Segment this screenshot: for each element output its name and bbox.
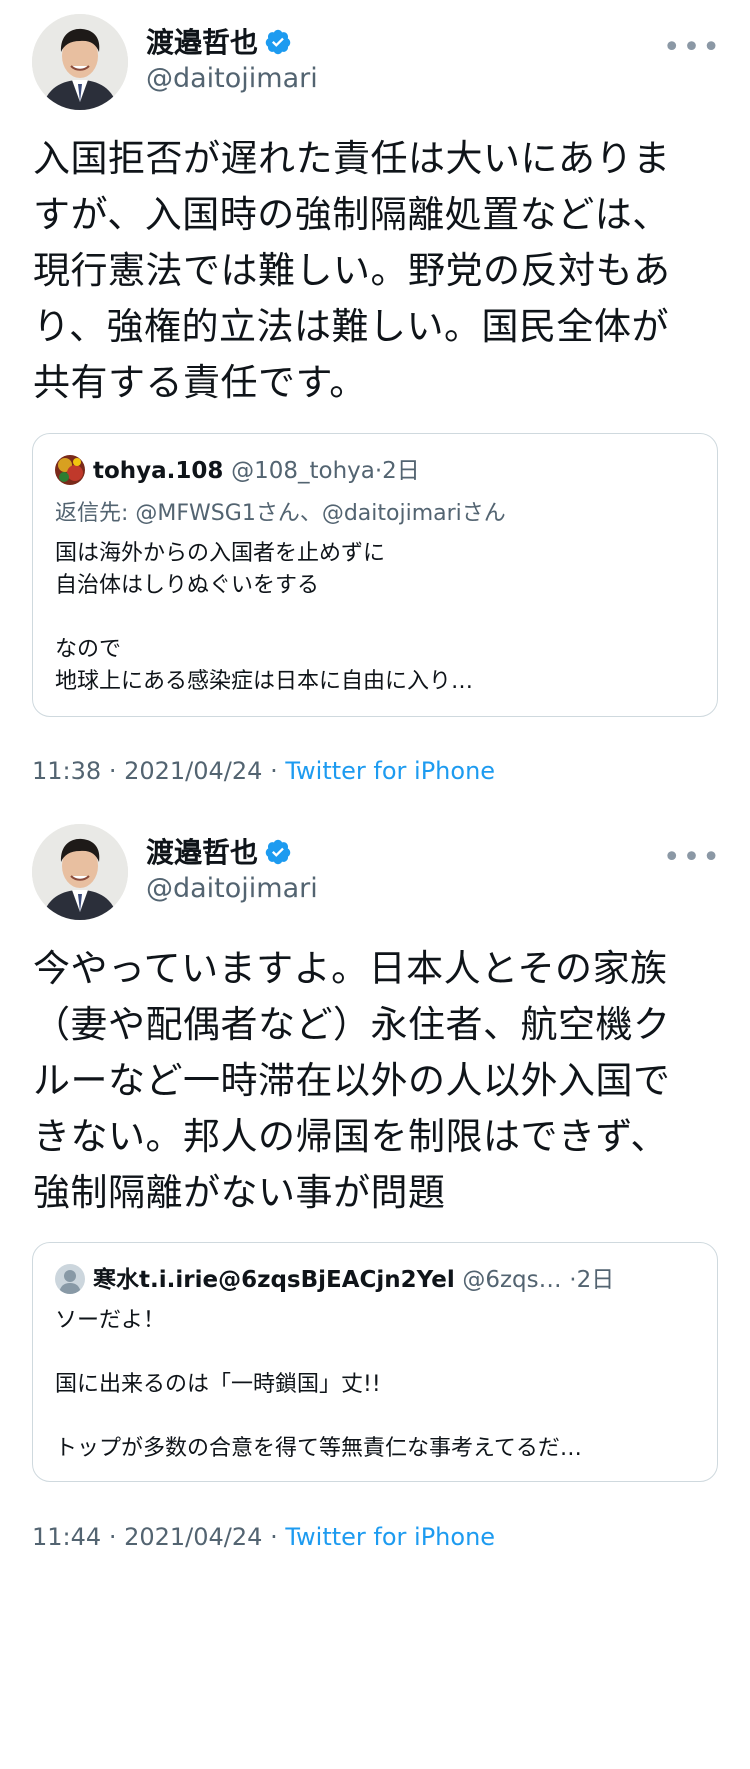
tweet-time[interactable]: 11:38	[32, 757, 101, 785]
meta-separator: ·	[270, 1523, 278, 1551]
tweet-source-link[interactable]: Twitter for iPhone	[285, 1523, 495, 1551]
quoted-tweet-header: tohya.108 @108_tohya·2日	[55, 454, 695, 486]
quoted-author-name: 寒水t.i.irie@6zqsBjEACjn2Yel	[93, 1267, 455, 1293]
tweet-date[interactable]: 2021/04/24	[124, 1523, 262, 1551]
author-name-row[interactable]: 渡邉哲也	[146, 26, 292, 60]
tweet-text-line: 入国拒否が遅れた責任は大いにありま	[33, 137, 671, 180]
tweet-text-line: 共有する責任です。	[33, 361, 367, 404]
quoted-avatar-image	[55, 455, 85, 485]
tweet-text-line: （妻や配偶者など）永住者、航空機ク	[33, 1003, 671, 1046]
quoted-text-line: 国に出来るのは「一時鎖国」丈!!	[55, 1372, 381, 1397]
quoted-tweet-header: 寒水t.i.irie@6zqsBjEACjn2Yel @6zqs… ·2日	[55, 1263, 695, 1295]
tweet-text-line: 強制隔離がない事が問題	[33, 1171, 446, 1214]
quoted-text-line: トップが多数の合意を得て等無責仁な事考えてるだ…	[55, 1436, 582, 1461]
tweet-time[interactable]: 11:44	[32, 1523, 101, 1551]
reply-label: 返信先:	[55, 501, 129, 526]
quoted-text-line: 国は海外からの入国者を止めずに	[55, 541, 386, 566]
tweet-timestamp-row: 11:38 · 2021/04/24 · Twitter for iPhone	[32, 756, 495, 786]
quoted-tweet[interactable]: tohya.108 @108_tohya·2日 返信先: @MFWSG1さん、@…	[32, 433, 718, 717]
tweet-text-line: きない。邦人の帰国を制限はできず、	[33, 1115, 668, 1158]
quoted-author-handle: @6zqs…	[462, 1267, 562, 1293]
verified-badge-icon	[265, 839, 291, 865]
tweet-text: 今やっていますよ。日本人とその家族 （妻や配偶者など）永住者、航空機ク ルーなど…	[33, 941, 725, 1221]
reply-context: 返信先: @MFWSG1さん、@daitojimariさん	[55, 498, 506, 530]
verified-badge-icon	[265, 29, 291, 55]
author-handle[interactable]: @daitojimari	[146, 873, 318, 905]
quoted-time: 2日	[382, 458, 420, 484]
quoted-author-avatar	[55, 1264, 85, 1294]
quoted-text-line	[55, 1401, 695, 1433]
quoted-text-line: ソーだよ！	[55, 1308, 166, 1333]
author-avatar[interactable]	[32, 14, 128, 110]
quoted-tweet-text: ソーだよ！ 国に出来るのは「一時鎖国」丈!! トップが多数の合意を得て等無責仁な…	[55, 1305, 695, 1465]
tweet[interactable]: 渡邉哲也 @daitojimari ••• 今やっていますよ。日本人とその家族 …	[0, 810, 750, 1769]
author-name-row[interactable]: 渡邉哲也	[146, 836, 292, 870]
more-options-icon[interactable]: •••	[663, 33, 722, 63]
quoted-text-line: 地球上にある感染症は日本に自由に入り…	[55, 669, 474, 694]
default-profile-icon	[55, 1264, 85, 1294]
author-name: 渡邉哲也	[146, 836, 259, 869]
tweet-text-line: 現行憲法では難しい。野党の反対もあ	[33, 249, 671, 292]
author-name: 渡邉哲也	[146, 26, 259, 59]
more-options-icon[interactable]: •••	[663, 843, 722, 873]
avatar-image	[32, 14, 128, 110]
meta-separator: ·	[108, 757, 117, 785]
quoted-text-line	[55, 1337, 695, 1369]
quoted-tweet[interactable]: 寒水t.i.irie@6zqsBjEACjn2Yel @6zqs… ·2日 ソー…	[32, 1242, 718, 1482]
tweet-text-line: ルーなど一時滞在以外の人以外入国で	[33, 1059, 671, 1102]
quoted-time: 2日	[576, 1267, 615, 1293]
quoted-author-handle: @108_tohya	[231, 458, 375, 484]
tweet[interactable]: 渡邉哲也 @daitojimari ••• 入国拒否が遅れた責任は大いにありま …	[0, 0, 750, 810]
avatar-image	[32, 824, 128, 920]
tweet-date[interactable]: 2021/04/24	[124, 757, 262, 785]
tweet-text-line: 今やっていますよ。日本人とその家族	[33, 947, 668, 990]
author-handle[interactable]: @daitojimari	[146, 63, 318, 95]
tweet-text: 入国拒否が遅れた責任は大いにありま すが、入国時の強制隔離処置などは、 現行憲法…	[33, 131, 725, 411]
quoted-text-line	[55, 602, 695, 634]
quoted-author-avatar	[55, 455, 85, 485]
tweet-source-link[interactable]: Twitter for iPhone	[285, 757, 495, 785]
meta-separator: ·	[108, 1523, 117, 1551]
quoted-text-line: なので	[55, 637, 122, 662]
quoted-author-name: tohya.108	[93, 458, 224, 484]
tweet-timestamp-row: 11:44 · 2021/04/24 · Twitter for iPhone	[32, 1522, 495, 1552]
reply-mentions[interactable]: @MFWSG1さん、@daitojimariさん	[135, 501, 505, 526]
author-avatar[interactable]	[32, 824, 128, 920]
meta-separator: ·	[270, 757, 278, 785]
tweet-text-line: り、強権的立法は難しい。国民全体が	[33, 305, 670, 348]
tweet-text-line: すが、入国時の強制隔離処置などは、	[33, 193, 670, 236]
quoted-separator: ·	[569, 1267, 577, 1293]
quoted-tweet-text: 国は海外からの入国者を止めずに 自治体はしりぬぐいをする なので 地球上にある感…	[55, 538, 695, 698]
quoted-text-line: 自治体はしりぬぐいをする	[55, 573, 320, 598]
